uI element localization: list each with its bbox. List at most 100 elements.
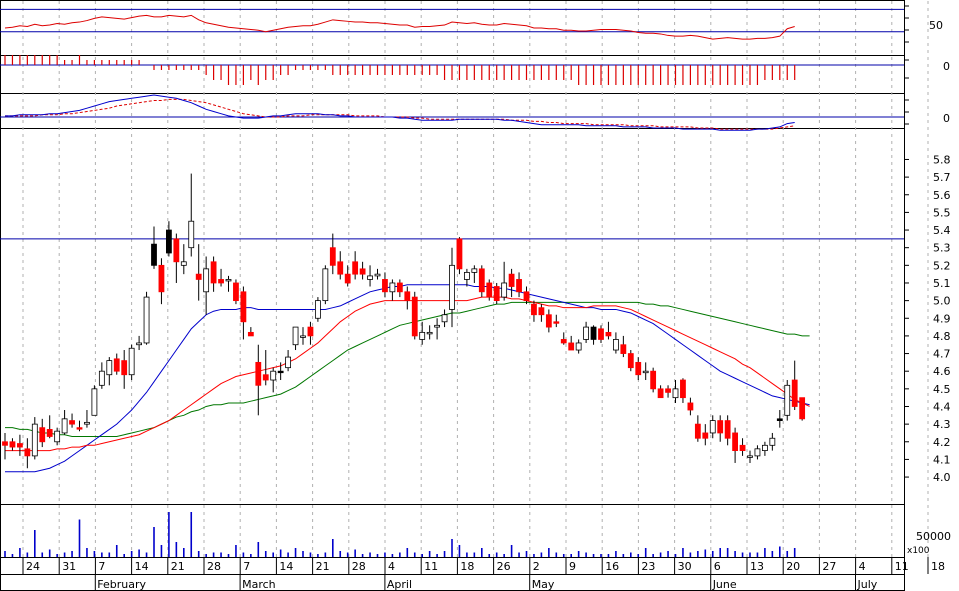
candle-body xyxy=(292,326,299,346)
price-tick-label: 4.9 xyxy=(933,312,951,325)
candle-body xyxy=(776,418,783,422)
candle xyxy=(233,279,239,305)
price-tick-label: 4.1 xyxy=(933,453,951,466)
candle-body xyxy=(426,331,433,335)
price-tick-label: 5.2 xyxy=(933,259,951,272)
candle-body xyxy=(9,441,16,448)
candle-body xyxy=(404,291,411,302)
price-tick-label: 5.0 xyxy=(933,295,951,308)
month-tick-label: July xyxy=(857,578,878,591)
price-tick-label: 4.2 xyxy=(933,436,951,449)
price-tick-label: 5.8 xyxy=(933,153,951,166)
candle-body xyxy=(270,370,277,381)
day-tick-label: 2 xyxy=(533,560,540,573)
rsi-tick-label: 50 xyxy=(929,19,943,32)
candle-body xyxy=(247,331,254,337)
candle-body xyxy=(91,388,98,416)
candle-body xyxy=(754,448,761,457)
day-tick-label: 13 xyxy=(750,560,764,573)
price-tick-label: 4.4 xyxy=(933,400,951,413)
candle xyxy=(627,350,634,372)
candle xyxy=(456,237,463,275)
day-tick-label: 6 xyxy=(714,560,721,573)
price-tick-label: 4.6 xyxy=(933,365,951,378)
day-tick-label: 28 xyxy=(207,560,221,573)
candle-body xyxy=(642,370,649,374)
candle-body xyxy=(61,418,68,434)
candle xyxy=(493,282,500,305)
candle-body xyxy=(598,328,604,340)
candle-body xyxy=(240,291,247,323)
candle-body xyxy=(650,370,657,390)
price-tick-label: 5.1 xyxy=(933,277,951,290)
candle-body xyxy=(694,423,701,439)
candle-body xyxy=(732,432,738,451)
candle-body xyxy=(322,268,329,302)
day-tick-label: 21 xyxy=(316,560,330,573)
candle-body xyxy=(389,282,396,293)
candle-body xyxy=(113,358,120,372)
day-tick-label: 30 xyxy=(678,560,692,573)
candle xyxy=(799,397,806,421)
day-tick-label: 21 xyxy=(171,560,185,573)
candle-body xyxy=(508,273,515,287)
price-tick-label: 4.7 xyxy=(933,348,951,361)
candle-body xyxy=(590,326,597,340)
candle-body xyxy=(709,420,716,434)
candle-body xyxy=(165,229,172,254)
candle xyxy=(322,265,329,305)
price-tick-label: 4.3 xyxy=(933,418,951,431)
price-tick-label: 5.5 xyxy=(933,206,951,219)
price-tick-label: 5.4 xyxy=(933,224,951,237)
candle-body xyxy=(501,282,508,298)
candle-body xyxy=(382,279,388,293)
candle-body xyxy=(374,273,381,277)
day-tick-label: 28 xyxy=(352,560,366,573)
candle-body xyxy=(672,388,679,399)
candle-body xyxy=(478,268,485,293)
candle-body xyxy=(24,448,31,457)
candle-body xyxy=(225,279,232,282)
price-tick-label: 5.7 xyxy=(933,171,951,184)
candle-body xyxy=(769,437,776,446)
month-tick-label: March xyxy=(242,578,276,591)
volume-unit-label: x100 xyxy=(907,546,930,556)
price-tick-label: 5.3 xyxy=(933,242,951,255)
month-tick-label: June xyxy=(712,578,737,591)
candle-body xyxy=(680,379,686,399)
candle-body xyxy=(791,379,798,407)
day-tick-label: 7 xyxy=(98,560,105,573)
candle-body xyxy=(314,300,321,319)
candle-body xyxy=(329,247,336,266)
candle-body xyxy=(2,441,8,446)
candle xyxy=(486,279,493,301)
candle-body xyxy=(352,261,359,275)
candle-body xyxy=(523,291,530,302)
candle-body xyxy=(419,331,426,340)
candle-body xyxy=(724,420,731,439)
histogram-tick-label: 0 xyxy=(943,60,950,73)
candle-body xyxy=(300,335,306,338)
candle-body xyxy=(285,356,292,369)
candle-body xyxy=(69,420,75,425)
candle-body xyxy=(396,282,403,293)
price-tick-label: 4.5 xyxy=(933,383,951,396)
candle xyxy=(91,385,98,416)
candle-body xyxy=(344,273,351,284)
candle-body xyxy=(411,296,418,337)
day-tick-label: 26 xyxy=(497,560,511,573)
candle-body xyxy=(195,273,202,280)
candle-body xyxy=(441,314,448,323)
price-tick-label: 4.0 xyxy=(933,471,951,484)
candle-body xyxy=(613,339,619,351)
candle-body xyxy=(717,420,724,434)
candle xyxy=(314,297,321,322)
candle xyxy=(128,344,135,381)
candle-body xyxy=(76,427,83,430)
candle-body xyxy=(277,370,284,374)
month-tick-label: February xyxy=(97,578,146,591)
day-tick-label: 18 xyxy=(931,560,945,573)
volume-tick-label: 50000 xyxy=(916,530,951,543)
candle-body xyxy=(784,384,791,416)
day-tick-label: 20 xyxy=(786,560,800,573)
